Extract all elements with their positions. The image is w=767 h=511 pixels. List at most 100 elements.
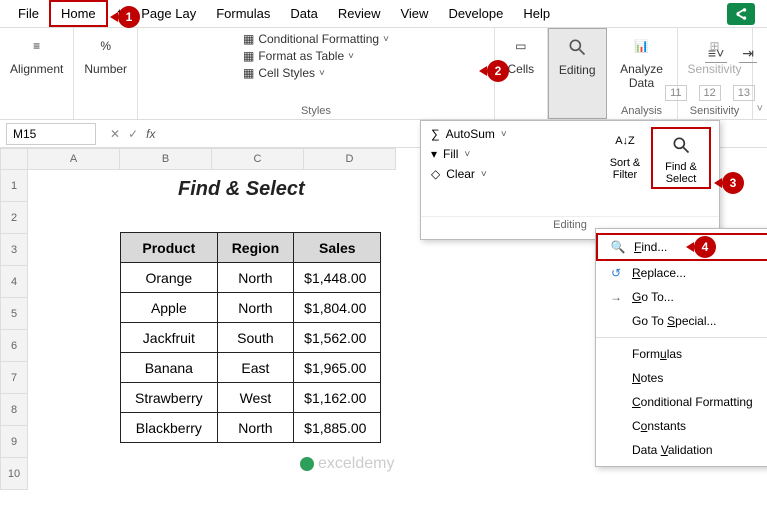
alignment-label: Alignment [10, 62, 63, 76]
group-editing[interactable]: Editing [548, 28, 607, 119]
arrow-1 [110, 12, 118, 22]
analyze-label: Analyze Data [617, 62, 667, 90]
search-icon: 🔍 [610, 240, 626, 254]
table-row: JackfruitSouth$ 1,562.00 [121, 323, 381, 353]
row-header[interactable]: 7 [0, 362, 28, 394]
table-row: StrawberryWest$ 1,162.00 [121, 383, 381, 413]
eraser-icon: ◇ [431, 167, 440, 181]
share-button[interactable] [727, 3, 755, 25]
editing-icon [561, 33, 593, 61]
col-header[interactable]: A [28, 148, 120, 170]
th-product: Product [121, 233, 218, 263]
menu-goto-special[interactable]: Go To Special... [596, 309, 767, 333]
ribbon-expand[interactable]: ˅ [753, 28, 767, 119]
row-header[interactable]: 6 [0, 330, 28, 362]
row-header[interactable]: 1 [0, 170, 28, 202]
cond-fmt-icon: ▦ [243, 32, 254, 46]
row-header[interactable]: 4 [0, 266, 28, 298]
number-icon[interactable]: % [90, 32, 122, 60]
row-header[interactable]: 5 [0, 298, 28, 330]
mini-keys: 11 12 13 [665, 85, 767, 101]
sensitivity-label: Sensitivity [688, 62, 742, 76]
tab-help[interactable]: Help [513, 2, 560, 25]
tab-developer[interactable]: Develope [438, 2, 513, 25]
tab-review[interactable]: Review [328, 2, 391, 25]
group-sensitivity: ⊞ Sensitivity Sensitivity [678, 28, 753, 119]
cancel-icon[interactable]: ✕ [110, 127, 120, 141]
arrow-4 [686, 242, 694, 252]
th-sales: Sales [294, 233, 381, 263]
mini-align-icon[interactable]: ≡˅ [705, 45, 727, 63]
row-header[interactable]: 3 [0, 234, 28, 266]
step-badge-1: 1 [118, 6, 140, 28]
clear-button[interactable]: ◇Clear˅ [431, 167, 585, 181]
arrow-2 [479, 66, 487, 76]
row-header[interactable]: 2 [0, 202, 28, 234]
col-header[interactable]: C [212, 148, 304, 170]
ribbon: ≡ Alignment % Number ▦Conditional Format… [0, 28, 767, 120]
menu-cond-fmt[interactable]: Conditional Formatting [596, 390, 767, 414]
menu-goto[interactable]: →Go To... [596, 285, 767, 309]
search-icon [665, 131, 697, 159]
sensitivity-group-label: Sensitivity [690, 105, 740, 117]
menu-formulas[interactable]: Formulas [596, 342, 767, 366]
menu-notes[interactable]: Notes [596, 366, 767, 390]
styles-group-label: Styles [301, 105, 331, 117]
step-badge-3: 3 [722, 172, 744, 194]
group-analysis: 📊 Analyze Data Analysis [607, 28, 678, 119]
table-row: OrangeNorth$ 1,448.00 [121, 263, 381, 293]
goto-icon: → [608, 290, 624, 304]
analyze-icon[interactable]: 📊 [626, 32, 658, 60]
editing-dropdown-panel: ∑AutoSum ˅ ▾Fill˅ ◇Clear˅ A↓Z Sort & Fil… [420, 120, 720, 240]
find-select-button[interactable]: Find & Select [651, 127, 711, 189]
format-as-table-button[interactable]: ▦Format as Table˅ [243, 49, 389, 63]
tab-formulas[interactable]: Formulas [206, 2, 280, 25]
conditional-formatting-button[interactable]: ▦Conditional Formatting˅ [243, 32, 389, 46]
th-region: Region [217, 233, 293, 263]
table-icon: ▦ [243, 49, 254, 63]
cell-styles-button[interactable]: ▦Cell Styles˅ [243, 66, 389, 80]
menu-replace[interactable]: ↺Replace... [596, 261, 767, 285]
tab-file[interactable]: File [8, 2, 49, 25]
sort-icon: A↓Z [609, 127, 641, 155]
name-box[interactable]: M15 [6, 123, 96, 145]
enter-icon[interactable]: ✓ [128, 127, 138, 141]
sort-filter-button[interactable]: A↓Z Sort & Filter [603, 127, 647, 181]
fx-icon[interactable]: fx [146, 127, 155, 141]
number-label: Number [84, 62, 127, 76]
menu-constants[interactable]: Constants [596, 414, 767, 438]
editing-label: Editing [559, 63, 596, 77]
tab-data[interactable]: Data [280, 2, 327, 25]
table-row: BlackberryNorth$ 1,885.00 [121, 413, 381, 443]
table-row: BananaEast$ 1,965.00 [121, 353, 381, 383]
select-all-corner[interactable] [0, 148, 28, 170]
col-header[interactable]: B [120, 148, 212, 170]
mini-indent-icon[interactable]: ⇥ [739, 45, 757, 63]
autosum-button[interactable]: ∑AutoSum ˅ [431, 127, 585, 141]
group-number: % Number [74, 28, 138, 119]
cells-icon[interactable]: ▭ [505, 32, 537, 60]
cell-styles-icon: ▦ [243, 66, 254, 80]
cells-label: Cells [507, 62, 534, 76]
menu-find[interactable]: 🔍Find... [596, 233, 767, 261]
replace-icon: ↺ [608, 266, 624, 280]
find-select-submenu: 🔍Find... ↺Replace... →Go To... Go To Spe… [595, 228, 767, 467]
mini-toolbar: ≡˅ ⇥ [705, 45, 757, 63]
step-badge-4: 4 [694, 236, 716, 258]
alignment-icon[interactable]: ≡ [21, 32, 53, 60]
step-badge-2: 2 [487, 60, 509, 82]
share-icon [734, 7, 748, 21]
col-header[interactable]: D [304, 148, 396, 170]
row-header[interactable]: 10 [0, 458, 28, 490]
watermark: exceldemy [300, 455, 394, 473]
fill-button[interactable]: ▾Fill˅ [431, 147, 585, 161]
sigma-icon: ∑ [431, 127, 440, 141]
tab-view[interactable]: View [390, 2, 438, 25]
fill-icon: ▾ [431, 147, 437, 161]
tab-home[interactable]: Home [49, 0, 108, 27]
group-styles: ▦Conditional Formatting˅ ▦Format as Tabl… [138, 28, 495, 119]
menu-data-validation[interactable]: Data Validation [596, 438, 767, 462]
row-header[interactable]: 8 [0, 394, 28, 426]
tab-page-layout[interactable]: Page Lay [131, 2, 206, 25]
row-header[interactable]: 9 [0, 426, 28, 458]
